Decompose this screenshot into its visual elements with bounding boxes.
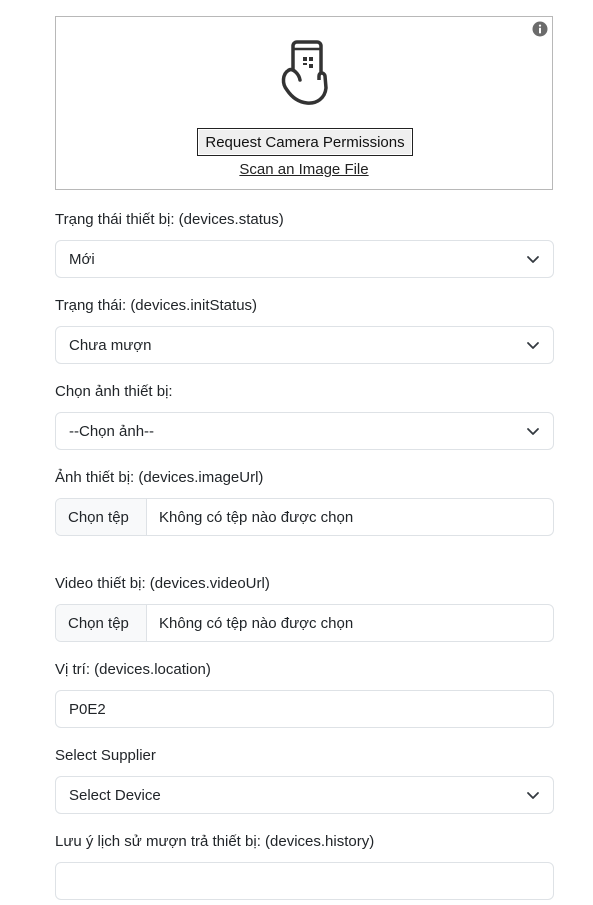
choose-image-select-value: --Chọn ảnh-- [69, 422, 155, 440]
supplier-select[interactable]: Select Device [55, 776, 554, 814]
choose-image-select[interactable]: --Chọn ảnh-- [55, 412, 554, 450]
history-input[interactable] [55, 862, 554, 900]
chevron-down-icon [527, 256, 539, 263]
location-input-value: P0E2 [69, 700, 106, 718]
video-choose-file-button[interactable]: Chọn tệp [56, 605, 147, 641]
supplier-select-value: Select Device [69, 786, 161, 804]
video-url-file-input[interactable]: Chọn tệp Không có tệp nào được chọn [55, 604, 554, 642]
status-select[interactable]: Mới [55, 240, 554, 278]
status-label: Trạng thái thiết bị: (devices.status) [55, 211, 284, 228]
phone-qr-scan-icon [281, 40, 328, 105]
chevron-down-icon [527, 342, 539, 349]
chevron-down-icon [527, 792, 539, 799]
image-url-file-input[interactable]: Chọn tệp Không có tệp nào được chọn [55, 498, 554, 536]
init-status-select[interactable]: Chưa mượn [55, 326, 554, 364]
supplier-label: Select Supplier [55, 747, 156, 764]
image-file-name: Không có tệp nào được chọn [159, 508, 354, 526]
request-camera-permissions-button[interactable]: Request Camera Permissions [197, 128, 413, 156]
qr-scanner-panel: Request Camera Permissions Scan an Image… [55, 16, 553, 190]
info-circle-icon[interactable] [532, 21, 548, 37]
image-choose-file-button[interactable]: Chọn tệp [56, 499, 147, 535]
location-input[interactable]: P0E2 [55, 690, 554, 728]
init-status-select-value: Chưa mượn [69, 336, 152, 354]
init-status-label: Trạng thái: (devices.initStatus) [55, 297, 258, 314]
scan-image-file-link[interactable]: Scan an Image File [56, 161, 552, 178]
image-url-label: Ảnh thiết bị: (devices.imageUrl) [55, 469, 264, 486]
video-url-label: Video thiết bị: (devices.videoUrl) [55, 575, 270, 592]
history-label: Lưu ý lịch sử mượn trả thiết bị: (device… [55, 833, 375, 850]
chevron-down-icon [527, 428, 539, 435]
location-label: Vị trí: (devices.location) [55, 661, 211, 678]
status-select-value: Mới [69, 250, 95, 268]
video-file-name: Không có tệp nào được chọn [159, 614, 354, 632]
choose-image-label: Chọn ảnh thiết bị: [55, 383, 173, 400]
